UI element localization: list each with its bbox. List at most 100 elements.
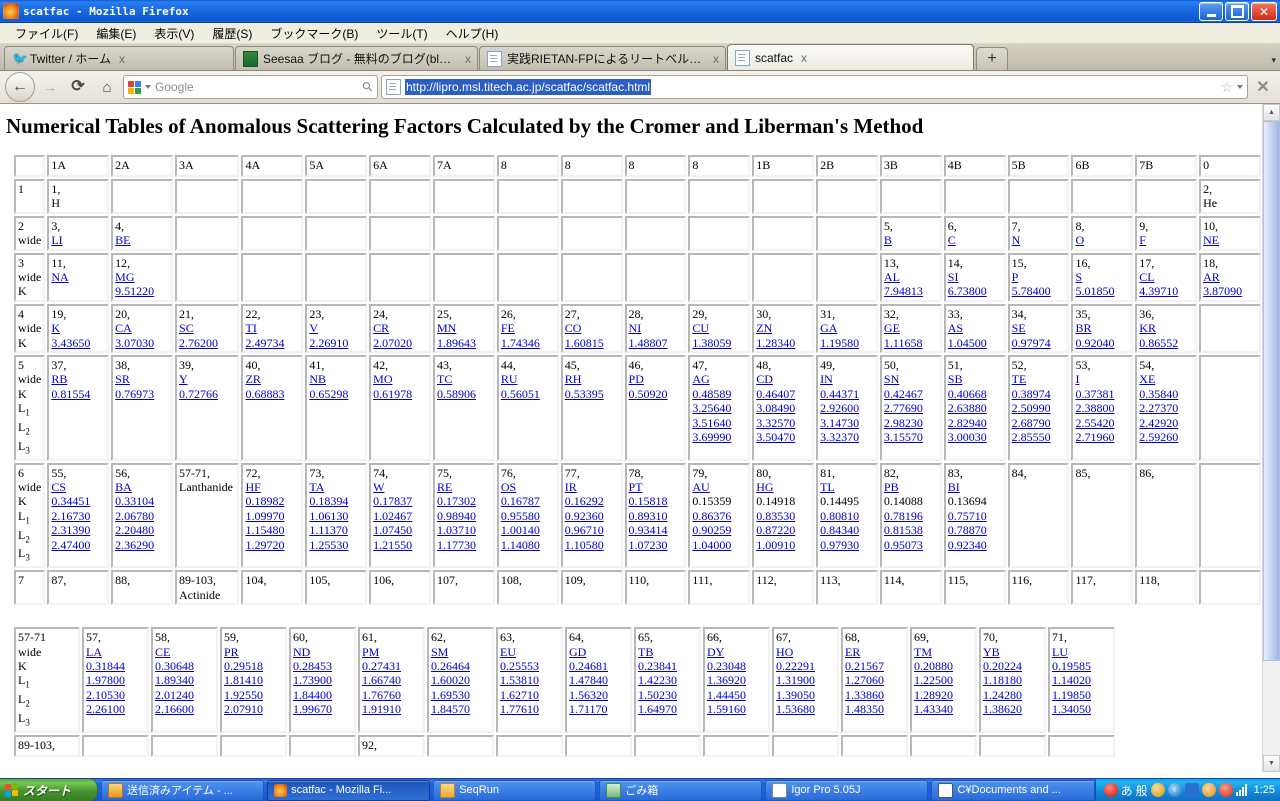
edge-energy-link[interactable]: 0.25553 xyxy=(500,659,559,673)
edge-energy-link[interactable]: 0.97930 xyxy=(820,538,874,552)
element-link[interactable]: K xyxy=(51,321,105,335)
element-link[interactable]: PT xyxy=(629,480,683,494)
edge-energy-link[interactable]: 0.87220 xyxy=(756,523,810,537)
element-link[interactable]: BA xyxy=(115,480,169,494)
element-cell[interactable] xyxy=(816,179,878,214)
edge-energy-link[interactable]: 9.51220 xyxy=(115,284,169,298)
edge-energy-link[interactable]: 0.56051 xyxy=(501,387,555,401)
element-cell[interactable] xyxy=(841,734,908,757)
element-cell[interactable] xyxy=(305,179,368,214)
edge-energy-link[interactable]: 1.73900 xyxy=(293,673,352,687)
element-link[interactable]: CD xyxy=(756,372,810,386)
menu-bookmarks[interactable]: ブックマーク(B) xyxy=(261,23,367,44)
edge-energy-link[interactable]: 1.28340 xyxy=(756,336,810,350)
edge-energy-link[interactable]: 0.92040 xyxy=(1075,336,1129,350)
element-cell[interactable] xyxy=(175,179,240,214)
edge-energy-link[interactable]: 2.63880 xyxy=(948,401,1002,415)
element-link[interactable]: HO xyxy=(776,645,835,659)
edge-energy-link[interactable]: 2.82940 xyxy=(948,416,1002,430)
element-cell[interactable]: 66, DY 0.23048 1.36920 1.44450 1.59160 xyxy=(703,627,770,733)
tab-close-icon[interactable]: x xyxy=(119,52,125,66)
edge-energy-link[interactable]: 1.11658 xyxy=(884,336,938,350)
element-cell[interactable] xyxy=(979,734,1046,757)
element-cell[interactable] xyxy=(1199,462,1261,569)
edge-energy-link[interactable]: 2.68790 xyxy=(1012,416,1066,430)
element-cell[interactable]: 48, CD 0.46407 3.08490 3.32570 3.50470 xyxy=(752,355,815,461)
edge-energy-link[interactable]: 1.56320 xyxy=(569,688,628,702)
element-link[interactable]: MO xyxy=(373,372,427,386)
element-link[interactable]: S xyxy=(1075,270,1129,284)
edge-energy-link[interactable]: 1.89340 xyxy=(155,673,214,687)
element-link[interactable]: PD xyxy=(629,372,683,386)
element-cell[interactable]: 20, CA 3.07030 xyxy=(111,303,174,354)
element-cell[interactable]: 116, xyxy=(1007,570,1070,606)
edge-energy-link[interactable]: 2.36290 xyxy=(115,538,169,552)
edge-energy-link[interactable]: 2.20480 xyxy=(115,523,169,537)
element-link[interactable]: BR xyxy=(1075,321,1129,335)
edge-energy-link[interactable]: 2.16730 xyxy=(51,509,105,523)
edge-energy-link[interactable]: 2.42920 xyxy=(1139,416,1193,430)
element-cell[interactable] xyxy=(560,252,623,302)
element-link[interactable]: PR xyxy=(224,645,283,659)
element-cell[interactable] xyxy=(565,734,632,757)
edge-energy-link[interactable]: 2.26910 xyxy=(309,336,363,350)
edge-energy-link[interactable]: 3.87090 xyxy=(1203,284,1257,298)
element-link[interactable]: RU xyxy=(501,372,555,386)
edge-energy-link[interactable]: 1.97800 xyxy=(86,673,145,687)
edge-energy-link[interactable]: 1.77610 xyxy=(500,702,559,716)
element-link[interactable]: XE xyxy=(1139,372,1193,386)
element-cell[interactable] xyxy=(560,179,623,214)
new-tab-button[interactable]: + xyxy=(976,47,1008,70)
edge-energy-link[interactable]: 0.92340 xyxy=(948,538,1002,552)
edge-energy-link[interactable]: 3.69990 xyxy=(692,430,746,444)
element-link[interactable]: TC xyxy=(437,372,491,386)
element-cell[interactable]: 107, xyxy=(433,570,495,606)
tab-close-icon[interactable]: x xyxy=(801,51,807,65)
edge-energy-link[interactable]: 2.50990 xyxy=(1012,401,1066,415)
edge-energy-link[interactable]: 2.49734 xyxy=(245,336,299,350)
edge-energy-link[interactable]: 0.38974 xyxy=(1012,387,1066,401)
element-link[interactable]: TA xyxy=(309,480,363,494)
edge-energy-link[interactable]: 1.39050 xyxy=(776,688,835,702)
edge-energy-link[interactable]: 2.59260 xyxy=(1139,430,1193,444)
tray-antivirus-icon[interactable] xyxy=(1218,783,1233,797)
element-cell[interactable] xyxy=(560,215,623,251)
element-cell[interactable] xyxy=(289,734,356,757)
element-cell[interactable]: 17, CL 4.39710 xyxy=(1135,252,1198,302)
edge-energy-link[interactable]: 1.14020 xyxy=(1052,673,1111,687)
edge-energy-link[interactable]: 1.92550 xyxy=(224,688,283,702)
element-cell[interactable]: 27, CO 1.60815 xyxy=(560,303,623,354)
element-link[interactable]: AG xyxy=(692,372,746,386)
menu-help[interactable]: ヘルプ(H) xyxy=(437,23,508,44)
taskbar-item-explorer[interactable]: C¥Documents and ... xyxy=(931,779,1095,801)
edge-energy-link[interactable]: 1.59160 xyxy=(707,702,766,716)
edge-energy-link[interactable]: 0.72766 xyxy=(179,387,235,401)
edge-energy-link[interactable]: 3.07030 xyxy=(115,336,169,350)
edge-energy-link[interactable]: 1.10580 xyxy=(565,538,619,552)
element-cell[interactable]: 31, GA 1.19580 xyxy=(816,303,878,354)
element-cell[interactable]: 34, SE 0.97974 xyxy=(1007,303,1070,354)
edge-energy-link[interactable]: 2.38800 xyxy=(1075,401,1129,415)
element-link[interactable]: EU xyxy=(500,645,559,659)
edge-energy-link[interactable]: 0.53395 xyxy=(565,387,619,401)
element-cell[interactable]: 28, NI 1.48807 xyxy=(624,303,687,354)
element-cell[interactable]: 45, RH 0.53395 xyxy=(560,355,623,461)
element-cell[interactable] xyxy=(943,179,1006,214)
element-link[interactable]: V xyxy=(309,321,363,335)
element-link[interactable]: F xyxy=(1139,233,1193,247)
edge-energy-link[interactable]: 2.07910 xyxy=(224,702,283,716)
element-cell[interactable]: 65, TB 0.23841 1.42230 1.50230 1.64970 xyxy=(634,627,701,733)
element-cell[interactable] xyxy=(624,215,687,251)
edge-energy-link[interactable]: 0.30648 xyxy=(155,659,214,673)
element-link[interactable]: CL xyxy=(1139,270,1193,284)
element-link[interactable]: TI xyxy=(245,321,299,335)
edge-energy-link[interactable]: 0.50920 xyxy=(629,387,683,401)
edge-energy-link[interactable]: 0.46407 xyxy=(756,387,810,401)
ime-mode-icon[interactable]: あ xyxy=(1121,782,1133,799)
edge-energy-link[interactable]: 1.47840 xyxy=(569,673,628,687)
edge-energy-link[interactable]: 3.25640 xyxy=(692,401,746,415)
element-link[interactable]: CR xyxy=(373,321,427,335)
element-cell[interactable]: 53, I 0.37381 2.38800 2.55420 2.71960 xyxy=(1071,355,1134,461)
edge-energy-link[interactable]: 1.25530 xyxy=(309,538,363,552)
taskbar-item-igor[interactable]: Igor Pro 5.05J xyxy=(765,779,929,801)
